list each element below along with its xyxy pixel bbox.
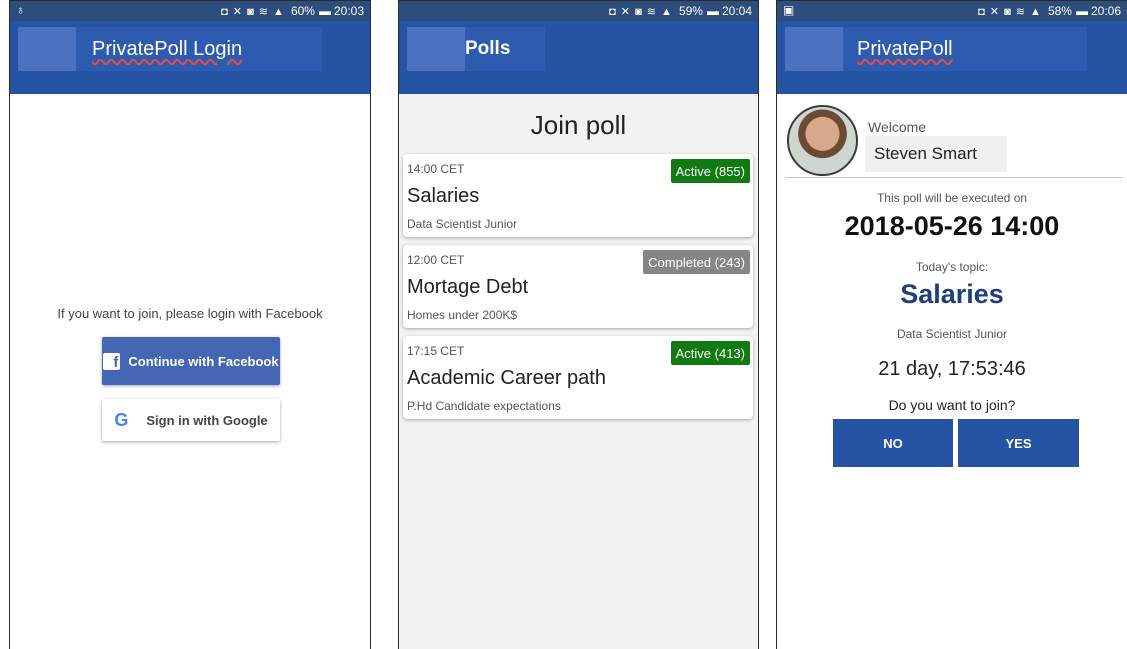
execution-note: This poll will be executed on [876, 191, 1028, 205]
battery-icon: ▬ [318, 4, 331, 18]
avatar [787, 105, 858, 176]
user-name: Steven Smart [865, 136, 1007, 172]
poll-subtopic: Data Scientist Junior [896, 327, 1008, 341]
page-title: Polls [465, 38, 511, 59]
status-icons: ◘ ✕ ◙ ≋ ▲ [609, 5, 673, 18]
poll-detail-screen: ▣ ◘ ✕ ◙ ≋ ▲ 58% ▬ 20:06 PrivatePoll Welc… [776, 0, 1127, 649]
status-bar: ▣ ◘ ✕ ◙ ≋ ▲ 58% ▬ 20:06 [777, 1, 1127, 21]
poll-time: 17:15 CET [407, 344, 465, 358]
app-bar: PrivatePoll [777, 21, 1127, 94]
app-bar: PrivatePoll Login [10, 21, 370, 94]
app-bar: Polls [399, 21, 758, 94]
facebook-icon: f [103, 352, 121, 370]
clock: 20:04 [721, 4, 752, 18]
poll-subtitle: Data Scientist Junior [407, 217, 518, 231]
notification-icon: ♁ [16, 3, 25, 17]
status-bar: ♁ ◘ ✕ ◙ ≋ ▲ 60% ▬ 20:03 [10, 1, 370, 21]
page-title: PrivatePoll Login [92, 37, 243, 60]
status-icons: ◘ ✕ ◙ ≋ ▲ [978, 5, 1042, 18]
status-bar: ◘ ✕ ◙ ≋ ▲ 59% ▬ 20:04 [399, 1, 758, 21]
app-bar-title-box: PrivatePoll [843, 27, 1087, 71]
poll-title: Salaries [407, 185, 480, 207]
facebook-button-label: Continue with Facebook [128, 353, 279, 369]
poll-time: 14:00 CET [407, 162, 465, 176]
clock: 20:03 [333, 4, 364, 18]
app-bar-title-box: PrivatePoll Login [76, 27, 322, 71]
app-logo [18, 27, 76, 71]
battery-level: 59% [678, 4, 703, 18]
app-logo [407, 27, 465, 71]
google-login-button[interactable]: G Sign in with Google [102, 399, 280, 441]
app-bar-title-box: Polls [465, 27, 545, 71]
join-question: Do you want to join? [888, 397, 1016, 413]
gallery-icon: ▣ [783, 3, 795, 17]
join-poll-heading: Join poll [530, 110, 627, 140]
status-badge: Active (855) [670, 159, 750, 183]
google-button-label: Sign in with Google [146, 412, 268, 428]
status-badge: Active (413) [670, 341, 750, 365]
poll-subtitle: Homes under 200K$ [407, 308, 518, 322]
status-badge: Completed (243) [643, 250, 750, 274]
login-instructions: If you want to join, please login with F… [57, 306, 323, 321]
poll-title: Mortage Debt [407, 276, 529, 298]
countdown: 21 day, 17:53:46 [878, 358, 1026, 380]
google-icon: G [114, 409, 129, 430]
polls-screen: ◘ ✕ ◙ ≋ ▲ 59% ▬ 20:04 Polls Join poll 14… [398, 0, 759, 649]
facebook-login-button[interactable]: f Continue with Facebook [102, 337, 280, 385]
poll-time: 12:00 CET [407, 253, 465, 267]
poll-card-mortgage-debt[interactable]: 12:00 CET Mortage Debt Homes under 200K$… [403, 245, 753, 328]
yes-button[interactable]: YES [958, 419, 1079, 467]
battery-level: 60% [290, 4, 315, 18]
battery-icon: ▬ [1075, 4, 1088, 18]
poll-date: 2018-05-26 14:00 [844, 211, 1060, 241]
poll-card-salaries[interactable]: 14:00 CET Salaries Data Scientist Junior… [403, 154, 753, 237]
topic-label: Today's topic: [915, 260, 989, 274]
battery-level: 58% [1047, 4, 1072, 18]
divider [785, 177, 1123, 178]
poll-card-academic-career[interactable]: 17:15 CET Academic Career path P.Hd Cand… [403, 336, 753, 419]
poll-topic: Salaries [900, 279, 1004, 309]
polls-content: Join poll 14:00 CET Salaries Data Scient… [399, 94, 758, 649]
no-button[interactable]: NO [833, 419, 953, 467]
page-title: PrivatePoll [857, 37, 953, 60]
welcome-label: Welcome [868, 119, 927, 135]
poll-title: Academic Career path [407, 367, 606, 389]
login-screen: ♁ ◘ ✕ ◙ ≋ ▲ 60% ▬ 20:03 PrivatePoll Logi… [9, 0, 371, 649]
battery-icon: ▬ [706, 4, 719, 18]
status-icons: ◘ ✕ ◙ ≋ ▲ [221, 5, 285, 18]
app-logo [785, 27, 843, 71]
clock: 20:06 [1090, 4, 1121, 18]
poll-subtitle: P.Hd Candidate expectations [407, 399, 561, 413]
